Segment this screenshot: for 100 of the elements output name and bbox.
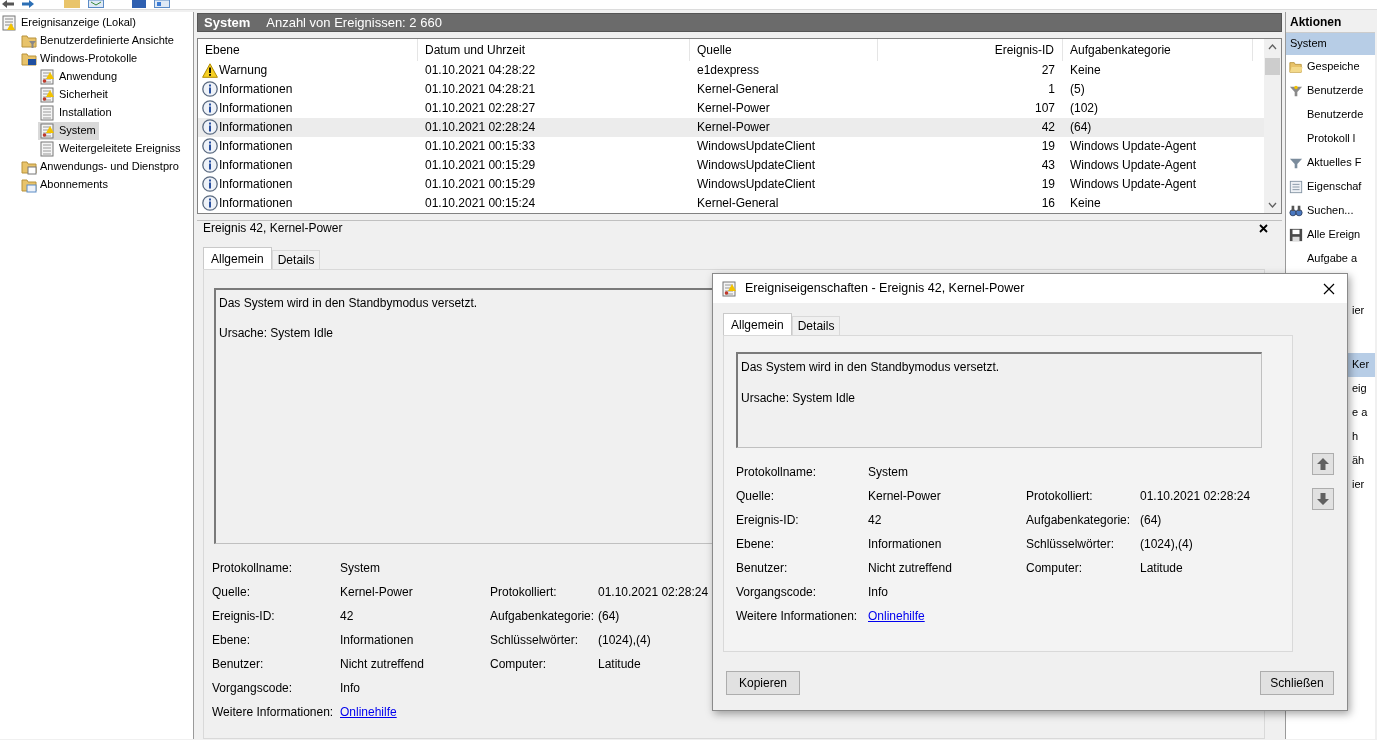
close-icon bbox=[1323, 282, 1335, 295]
table-cell: 16 bbox=[1041, 196, 1055, 210]
table-cell: Keine bbox=[1070, 63, 1101, 77]
tree-item[interactable]: System bbox=[38, 122, 99, 140]
action-item[interactable]: Benutzerde bbox=[1286, 103, 1375, 127]
field-value: 01.10.2021 02:28:24 bbox=[598, 584, 709, 600]
folder-icon bbox=[21, 159, 37, 175]
field-value: (64) bbox=[1140, 513, 1162, 528]
field-label: Ereignis-ID: bbox=[736, 513, 800, 528]
help-link[interactable]: Onlinehilfe bbox=[340, 704, 397, 720]
field-value: Kernel-Power bbox=[868, 489, 941, 504]
tree-item[interactable]: Abonnements bbox=[19, 176, 111, 194]
table-cell: 01.10.2021 04:28:21 bbox=[425, 82, 536, 96]
field-value: (64) bbox=[598, 608, 620, 624]
event-row[interactable]: Informationen 01.10.2021 02:28:27 Kernel-Power 107 (102) bbox=[198, 98, 1264, 118]
event-row[interactable]: Informationen 01.10.2021 00:15:33 WindowsUpdateClient 19 Windows Update-Agent bbox=[198, 136, 1264, 156]
log-icon bbox=[40, 69, 56, 85]
table-cell: 01.10.2021 02:28:24 bbox=[425, 120, 536, 134]
tab[interactable]: Allgemein bbox=[723, 313, 792, 336]
column-header[interactable]: Ereignis-ID bbox=[878, 38, 1063, 61]
table-cell: WindowsUpdateClient bbox=[697, 158, 816, 172]
field-label: Protokolliert: bbox=[490, 584, 558, 600]
field-value: 01.10.2021 02:28:24 bbox=[1140, 489, 1251, 504]
action-item[interactable]: Aufgabe a bbox=[1286, 247, 1375, 271]
tree-item[interactable]: Weitergeleitete Ereigniss bbox=[38, 140, 184, 158]
column-header[interactable]: Datum und Uhrzeit bbox=[418, 38, 690, 61]
help-link[interactable]: Onlinehilfe bbox=[868, 609, 925, 624]
tab[interactable]: Details bbox=[271, 249, 321, 269]
action-item[interactable]: Benutzerde bbox=[1286, 79, 1375, 103]
table-cell: Informationen bbox=[219, 196, 293, 211]
actions-section-header: System bbox=[1286, 33, 1375, 55]
dialog-button[interactable]: Schließen bbox=[1260, 671, 1334, 695]
column-header[interactable]: Aufgabenkategorie bbox=[1063, 38, 1253, 61]
action-item[interactable]: Eigenschaf bbox=[1286, 175, 1375, 199]
tree-item[interactable]: Installation bbox=[38, 104, 115, 122]
scroll-down-icon[interactable] bbox=[1268, 201, 1277, 208]
event-row[interactable]: Informationen 01.10.2021 00:15:24 Kernel-General 16 Keine bbox=[198, 193, 1264, 213]
next-button[interactable] bbox=[1312, 488, 1334, 510]
event-row[interactable]: Informationen 01.10.2021 00:15:29 WindowsUpdateClient 43 Windows Update-Agent bbox=[198, 155, 1264, 175]
forward-arrow-icon[interactable] bbox=[22, 0, 34, 8]
scrollbar[interactable] bbox=[1264, 38, 1281, 213]
tab[interactable]: Details bbox=[791, 316, 841, 336]
action-item[interactable]: Suchen... bbox=[1286, 199, 1375, 223]
tree-item[interactable]: Anwendung bbox=[38, 68, 121, 86]
field-label: Protokollname: bbox=[736, 465, 818, 480]
field-label: Computer: bbox=[1026, 561, 1084, 576]
tree-item[interactable]: Ereignisanzeige (Lokal) bbox=[0, 14, 139, 32]
field-label: Protokolliert: bbox=[1026, 489, 1094, 504]
message-text: Das System wird in den Standbymodus versetzt. bbox=[741, 360, 1001, 375]
event-row[interactable]: Warnung 01.10.2021 04:28:22 e1dexpress 27 Keine bbox=[198, 60, 1264, 80]
warning-icon bbox=[202, 62, 218, 78]
field-value: Latitude bbox=[1140, 561, 1183, 576]
table-cell: Windows Update-Agent bbox=[1070, 158, 1197, 172]
column-header[interactable]: Ebene bbox=[198, 38, 418, 61]
field-label: Quelle: bbox=[736, 489, 776, 504]
field-value: (1024),(4) bbox=[598, 632, 651, 648]
table-cell: Informationen bbox=[219, 82, 293, 97]
event-row[interactable]: Informationen 01.10.2021 04:28:21 Kernel-General 1 (5) bbox=[198, 79, 1264, 99]
action-item[interactable]: Aktuelles F bbox=[1286, 151, 1375, 175]
column-header[interactable]: Quelle bbox=[690, 38, 878, 61]
arrow-up-icon bbox=[1316, 457, 1330, 471]
table-cell: 107 bbox=[1034, 101, 1055, 115]
table-cell: Informationen bbox=[219, 158, 293, 173]
action-item[interactable]: Alle Ereign bbox=[1286, 223, 1375, 247]
back-arrow-icon[interactable] bbox=[2, 0, 14, 8]
field-value: Info bbox=[340, 680, 360, 696]
tree-item[interactable]: Sicherheit bbox=[38, 86, 111, 104]
field-label: Quelle: bbox=[212, 584, 252, 600]
table-cell: Kernel-Power bbox=[697, 101, 770, 115]
table-cell: Kernel-General bbox=[697, 196, 779, 210]
filter-icon bbox=[1289, 84, 1303, 98]
table-cell: Windows Update-Agent bbox=[1070, 177, 1197, 191]
event-row[interactable]: Informationen 01.10.2021 02:28:24 Kernel-Power 42 (64) bbox=[198, 117, 1264, 137]
event-row[interactable]: Informationen 01.10.2021 00:15:29 WindowsUpdateClient 19 Windows Update-Agent bbox=[198, 174, 1264, 194]
scroll-up-icon[interactable] bbox=[1268, 43, 1277, 50]
tree-item[interactable]: Benutzerdefinierte Ansichte bbox=[19, 32, 177, 50]
field-label: Protokollname: bbox=[212, 560, 294, 576]
field-value: System bbox=[340, 560, 380, 576]
log-icon bbox=[40, 87, 56, 103]
scroll-thumb[interactable] bbox=[1265, 57, 1280, 75]
tree-item[interactable]: Anwendungs- und Dienstpro bbox=[19, 158, 182, 176]
pane-icon[interactable] bbox=[154, 0, 170, 8]
action-item[interactable]: Gespeiche bbox=[1286, 55, 1375, 79]
panel-icon[interactable] bbox=[88, 0, 104, 8]
info-icon bbox=[202, 138, 218, 155]
log-icon bbox=[722, 280, 738, 297]
close-icon[interactable] bbox=[1259, 224, 1268, 234]
table-cell: Windows Update-Agent bbox=[1070, 139, 1197, 153]
pane-title: System bbox=[204, 14, 251, 31]
field-value: 42 bbox=[868, 513, 882, 528]
action-item[interactable]: Protokoll l bbox=[1286, 127, 1375, 151]
tree-item[interactable]: Windows-Protokolle bbox=[19, 50, 141, 68]
field-value: (1024),(4) bbox=[1140, 537, 1193, 552]
previous-button[interactable] bbox=[1312, 453, 1334, 475]
table-cell: WindowsUpdateClient bbox=[697, 139, 816, 153]
tab[interactable]: Allgemein bbox=[203, 246, 272, 269]
table-cell: 19 bbox=[1041, 139, 1055, 153]
field-value: Informationen bbox=[340, 632, 414, 648]
dialog-button[interactable]: Kopieren bbox=[726, 671, 800, 695]
table-cell: Kernel-General bbox=[697, 82, 779, 96]
